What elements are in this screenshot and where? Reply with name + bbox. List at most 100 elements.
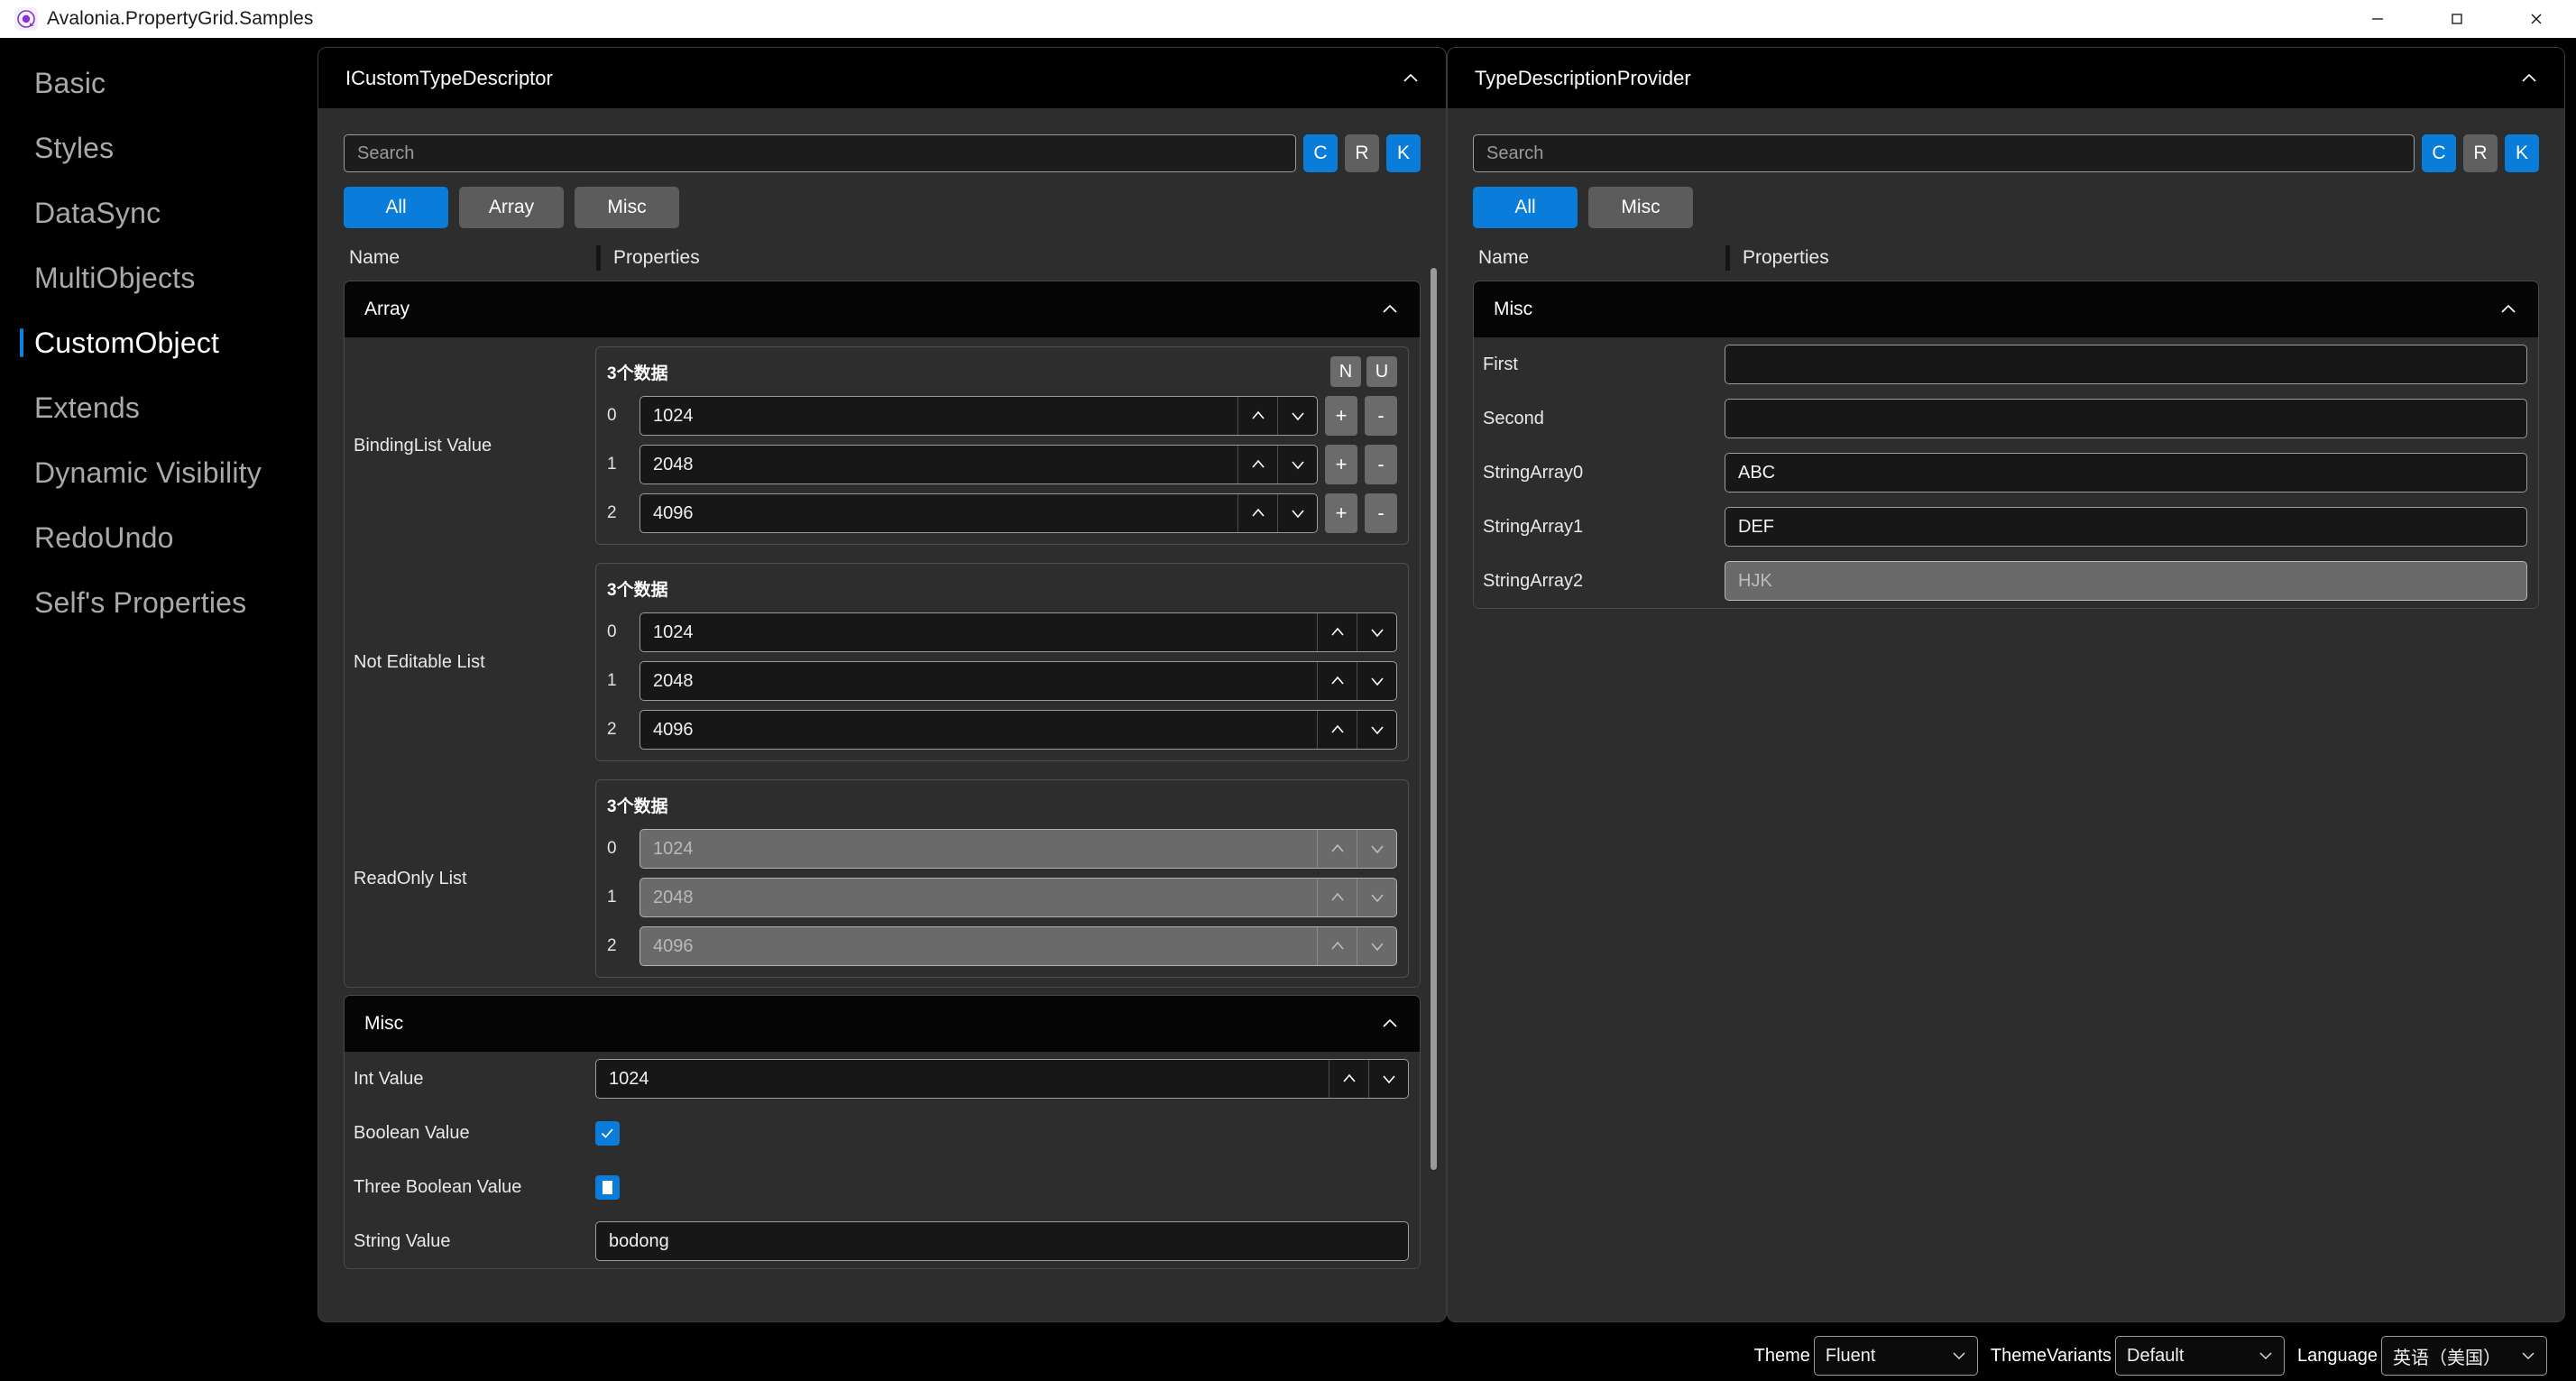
minimize-icon[interactable] [2338, 0, 2417, 38]
stepper-up-icon[interactable] [1317, 711, 1357, 749]
quick-button-k[interactable]: K [1386, 134, 1421, 172]
close-icon[interactable] [2497, 0, 2576, 38]
chevron-up-icon[interactable] [2519, 69, 2539, 88]
stepper-down-icon[interactable] [1357, 711, 1396, 749]
language-select[interactable]: 英语（美国） [2381, 1336, 2547, 1376]
filter-tab-misc[interactable]: Misc [1588, 187, 1693, 228]
stepper-value[interactable]: 2048 [640, 446, 1237, 483]
category-header[interactable]: Array [345, 281, 1420, 337]
panel-header[interactable]: TypeDescriptionProvider [1448, 48, 2564, 109]
search-input[interactable]: Search [1473, 134, 2415, 172]
stepper-down-icon[interactable] [1357, 613, 1396, 651]
sidebar-item-redoundo[interactable]: RedoUndo [0, 505, 317, 570]
numeric-stepper[interactable]: 2048 [639, 661, 1397, 701]
stepper-up-icon[interactable] [1237, 494, 1277, 532]
category-title: Misc [364, 1013, 404, 1034]
stepper-value[interactable]: 2048 [640, 662, 1317, 700]
property-value: 3个数据 0 1024 1 2048 2 4096 [595, 770, 1420, 987]
stepper-value[interactable]: 1024 [596, 1060, 1329, 1098]
list-remove-button[interactable]: - [1365, 493, 1397, 533]
stepper-up-icon[interactable] [1317, 613, 1357, 651]
sidebar-item-dynamic-visibility[interactable]: Dynamic Visibility [0, 440, 317, 505]
numeric-stepper[interactable]: 2048 [639, 445, 1318, 484]
stepper-value[interactable]: 4096 [640, 711, 1317, 749]
stepper-value[interactable]: 4096 [640, 494, 1237, 532]
chevron-up-icon[interactable] [1380, 1014, 1400, 1034]
panel-body: Search C R K All Misc Name Properties Mis… [1448, 109, 2564, 1321]
maximize-icon[interactable] [2417, 0, 2497, 38]
numeric-stepper[interactable]: 1024 [639, 396, 1318, 436]
numeric-stepper[interactable]: 1024 [595, 1059, 1409, 1099]
quick-button-c[interactable]: C [1303, 134, 1338, 172]
list-item: 0 1024 [607, 612, 1397, 652]
quick-button-c[interactable]: C [2422, 134, 2456, 172]
theme-label: Theme [1753, 1345, 1810, 1366]
quick-button-k[interactable]: K [2505, 134, 2539, 172]
property-value [595, 1120, 1420, 1146]
numeric-stepper: 4096 [639, 926, 1397, 966]
text-input[interactable]: DEF [1725, 507, 2527, 547]
category-header[interactable]: Misc [1474, 281, 2538, 337]
numeric-stepper[interactable]: 1024 [639, 612, 1397, 652]
list-add-button[interactable]: + [1325, 396, 1357, 436]
text-input[interactable] [1725, 345, 2527, 384]
filter-tab-misc[interactable]: Misc [575, 187, 679, 228]
sidebar-item-basic[interactable]: Basic [0, 51, 317, 115]
panel-typedescriptionprovider: TypeDescriptionProvider Search C R K All… [1447, 47, 2565, 1322]
checkbox-checked[interactable] [595, 1120, 620, 1146]
sidebar-item-self-s-properties[interactable]: Self's Properties [0, 570, 317, 635]
property-label: Not Editable List [354, 651, 485, 672]
filter-tab-array[interactable]: Array [459, 187, 564, 228]
stepper-down-icon[interactable] [1277, 446, 1317, 483]
stepper-value[interactable]: 1024 [640, 613, 1317, 651]
theme-select[interactable]: Fluent [1813, 1336, 1978, 1376]
vertical-scrollbar[interactable] [1431, 268, 1437, 1318]
stepper-value[interactable]: 1024 [640, 397, 1237, 435]
search-input[interactable]: Search [344, 134, 1296, 172]
sidebar-item-label: Self's Properties [34, 585, 247, 619]
text-input[interactable]: bodong [595, 1221, 1409, 1261]
checkbox-indeterminate[interactable] [595, 1174, 620, 1200]
sidebar-item-customobject[interactable]: CustomObject [0, 310, 317, 375]
property-value: HJK [1725, 554, 2538, 608]
text-input[interactable] [1725, 399, 2527, 438]
stepper-up-icon[interactable] [1237, 397, 1277, 435]
chevron-up-icon[interactable] [2498, 299, 2518, 319]
panel-header[interactable]: ICustomTypeDescriptor [318, 48, 1446, 109]
chevron-up-icon[interactable] [1401, 69, 1421, 88]
stepper-up-icon[interactable] [1317, 662, 1357, 700]
stepper-up-icon[interactable] [1237, 446, 1277, 483]
list-remove-button[interactable]: - [1365, 396, 1397, 436]
chevron-up-icon[interactable] [1380, 299, 1400, 319]
list-item: 2 4096 + - [607, 493, 1397, 533]
sidebar-item-multiobjects[interactable]: MultiObjects [0, 245, 317, 310]
filter-tab-all[interactable]: All [344, 187, 448, 228]
quick-button-r[interactable]: R [1345, 134, 1379, 172]
sidebar-item-styles[interactable]: Styles [0, 115, 317, 180]
text-input[interactable]: ABC [1725, 453, 2527, 493]
sidebar-item-datasync[interactable]: DataSync [0, 180, 317, 245]
sidebar-item-extends[interactable]: Extends [0, 375, 317, 440]
stepper-down-icon[interactable] [1277, 397, 1317, 435]
theme-variants-select[interactable]: Default [2115, 1336, 2286, 1376]
chevron-down-icon [2244, 1347, 2275, 1365]
stepper-up-icon[interactable] [1329, 1060, 1368, 1098]
list-button-n[interactable]: N [1330, 356, 1361, 387]
filter-tab-all[interactable]: All [1473, 187, 1578, 228]
list-add-button[interactable]: + [1325, 493, 1357, 533]
sidebar-item-label: RedoUndo [34, 520, 174, 554]
property-value [595, 1174, 1420, 1200]
list-item: 2 4096 [607, 710, 1397, 750]
numeric-stepper[interactable]: 4096 [639, 710, 1397, 750]
stepper-down-icon[interactable] [1368, 1060, 1408, 1098]
scrollbar-thumb[interactable] [1431, 268, 1437, 1170]
list-remove-button[interactable]: - [1365, 445, 1397, 484]
quick-button-r[interactable]: R [2463, 134, 2498, 172]
list-button-u[interactable]: U [1366, 356, 1397, 387]
stepper-down-icon[interactable] [1357, 662, 1396, 700]
stepper-down-icon[interactable] [1277, 494, 1317, 532]
numeric-stepper[interactable]: 4096 [639, 493, 1318, 533]
category-header[interactable]: Misc [345, 996, 1420, 1052]
status-bar: Theme Fluent ThemeVariants Default Langu… [0, 1330, 2576, 1381]
list-add-button[interactable]: + [1325, 445, 1357, 484]
